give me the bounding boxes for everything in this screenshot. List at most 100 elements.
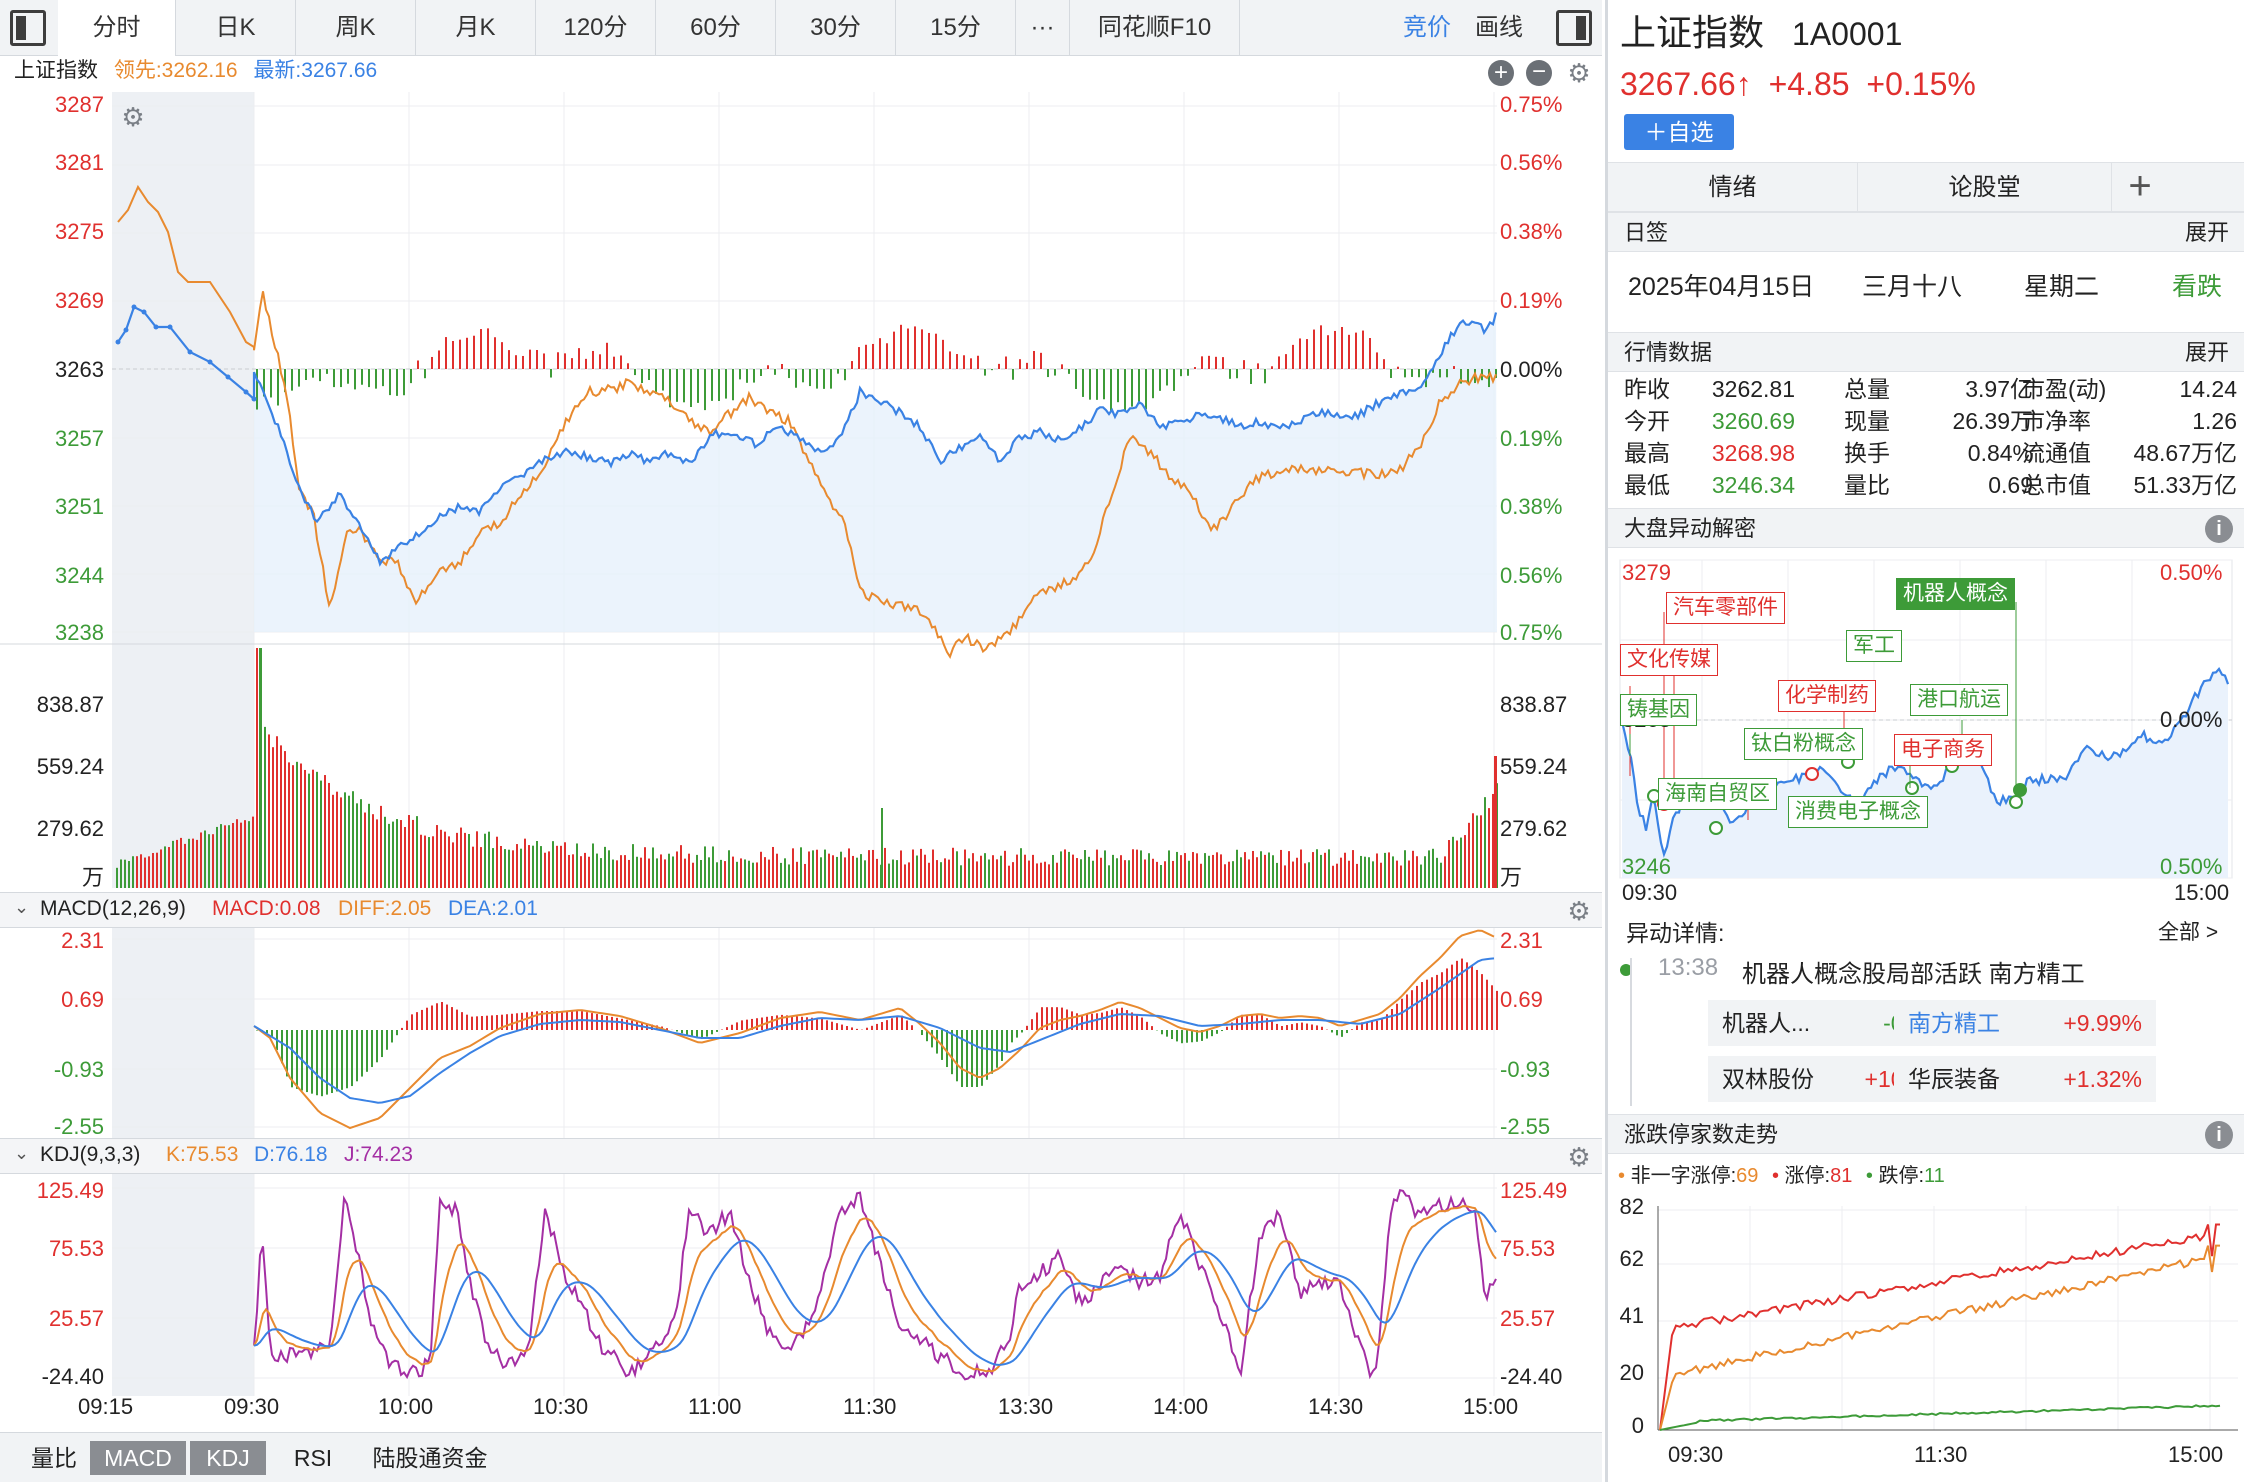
zoom-out-icon[interactable]: − bbox=[1526, 60, 1552, 86]
related-stock[interactable]: 南方精工 +9.99% bbox=[1894, 1000, 2156, 1046]
tab-monthly-k[interactable]: 月K bbox=[416, 0, 536, 56]
info-icon[interactable]: i bbox=[2205, 1121, 2233, 1149]
macd-bar bbox=[1306, 1023, 1308, 1030]
imbalance-bar bbox=[1187, 369, 1189, 376]
day-sign-expand[interactable]: 展开 bbox=[2185, 213, 2229, 253]
imbalance-bar bbox=[1159, 369, 1161, 391]
quote-pct: +0.15% bbox=[1866, 66, 1976, 102]
macd-bar bbox=[731, 1024, 733, 1030]
tag-hainan[interactable]: 海南自贸区 bbox=[1658, 778, 1777, 810]
macd-bar bbox=[716, 1030, 718, 1032]
volume-bar bbox=[568, 854, 570, 888]
time-tick: 13:30 bbox=[998, 1394, 1054, 1419]
macd-bar bbox=[1151, 1026, 1153, 1030]
info-icon[interactable]: i bbox=[2205, 515, 2233, 543]
tag-consumer-elec[interactable]: 消费电子概念 bbox=[1788, 796, 1928, 828]
volume-bar bbox=[1096, 849, 1098, 888]
imbalance-bar bbox=[543, 353, 545, 369]
tag-media[interactable]: 文化传媒 bbox=[1620, 644, 1718, 676]
d-value: D:76.18 bbox=[254, 1143, 328, 1166]
right-panel-toggle-icon[interactable] bbox=[1556, 10, 1592, 46]
limit-title: 涨跌停家数走势 bbox=[1624, 1122, 1779, 1147]
volume-bar bbox=[396, 819, 398, 888]
tab-120min[interactable]: 120分 bbox=[536, 0, 656, 56]
volume-bar bbox=[664, 859, 666, 888]
tag-pharma[interactable]: 化学制药 bbox=[1778, 680, 1876, 712]
main-settings-gear-icon[interactable]: ⚙ bbox=[1566, 60, 1592, 86]
tab-daily-k[interactable]: 日K bbox=[176, 0, 296, 56]
tab-weekly-k[interactable]: 周K bbox=[296, 0, 416, 56]
add-watchlist-button[interactable]: ＋自选 bbox=[1624, 114, 1734, 150]
y-left-tick: 3244 bbox=[55, 563, 104, 588]
collapse-chevron-icon[interactable]: ⌄ bbox=[14, 1143, 29, 1164]
macd-bar bbox=[396, 1030, 398, 1036]
kdj-y-tick: 25.57 bbox=[48, 1306, 104, 1331]
tab-rsi[interactable]: RSI bbox=[280, 1441, 346, 1475]
tab-60min[interactable]: 60分 bbox=[656, 0, 776, 56]
all-link[interactable]: 全部 > bbox=[2158, 916, 2218, 946]
related-stock[interactable]: 华辰装备 +1.32% bbox=[1894, 1056, 2156, 1102]
imbalance-bar bbox=[1019, 359, 1021, 369]
tag-military[interactable]: 军工 bbox=[1846, 630, 1902, 662]
left-panel-toggle-icon[interactable] bbox=[10, 10, 46, 46]
macd-bar bbox=[406, 1020, 408, 1030]
volume-bar bbox=[788, 864, 790, 888]
volume-bar bbox=[596, 853, 598, 888]
draw-line-button[interactable]: 画线 bbox=[1462, 0, 1536, 56]
macd-settings-gear-icon[interactable]: ⚙ bbox=[1566, 898, 1592, 924]
volume-bar bbox=[584, 852, 586, 888]
volume-bar bbox=[1036, 863, 1038, 888]
macd-bar bbox=[856, 1028, 858, 1030]
add-tab-icon[interactable]: + bbox=[2112, 163, 2168, 213]
macd-bar bbox=[726, 1027, 728, 1030]
imbalance-bar bbox=[760, 369, 762, 376]
tag-titanium[interactable]: 钛白粉概念 bbox=[1744, 728, 1863, 760]
volume-bar bbox=[1004, 850, 1006, 888]
volume-bar bbox=[720, 859, 722, 888]
volume-bar bbox=[472, 846, 474, 888]
macd-bar bbox=[491, 1015, 493, 1030]
macd-bar bbox=[746, 1019, 748, 1030]
imbalance-bar bbox=[1243, 360, 1245, 369]
more-periods-button[interactable]: ··· bbox=[1016, 0, 1070, 56]
tab-forum[interactable]: 论股堂 bbox=[1858, 163, 2112, 213]
volume-bar bbox=[1248, 859, 1250, 888]
tag-ecommerce[interactable]: 电子商务 bbox=[1894, 734, 1992, 766]
volume-bar bbox=[504, 849, 506, 888]
imbalance-bar bbox=[753, 369, 755, 383]
volume-bar bbox=[608, 850, 610, 888]
market-data-expand[interactable]: 展开 bbox=[2185, 333, 2229, 373]
imbalance-bar bbox=[1397, 366, 1399, 369]
y-left-tick: 3251 bbox=[55, 494, 104, 519]
kdj-settings-gear-icon[interactable]: ⚙ bbox=[1566, 1144, 1592, 1170]
collapse-chevron-icon[interactable]: ⌄ bbox=[14, 897, 29, 918]
imbalance-bar bbox=[1411, 369, 1413, 377]
volume-bar bbox=[520, 848, 522, 888]
macd-bar bbox=[331, 1030, 333, 1094]
tab-northbound-funds[interactable]: 陆股通资金 bbox=[360, 1441, 500, 1475]
tab-sentiment[interactable]: 情绪 bbox=[1608, 163, 1858, 213]
tab-kdj[interactable]: KDJ bbox=[190, 1441, 266, 1475]
auction-settings-gear-icon[interactable]: ⚙ bbox=[120, 104, 146, 130]
diff-value: DIFF:2.05 bbox=[338, 897, 432, 920]
zoom-in-icon[interactable]: + bbox=[1488, 60, 1514, 86]
bid-button[interactable]: 竞价 bbox=[1392, 0, 1462, 56]
tab-intraday[interactable]: 分时 bbox=[58, 0, 176, 56]
volume-bar bbox=[1396, 860, 1398, 888]
tag-port[interactable]: 港口航运 bbox=[1910, 684, 2008, 716]
f10-tab[interactable]: 同花顺F10 bbox=[1070, 0, 1240, 56]
tab-15min[interactable]: 15分 bbox=[896, 0, 1016, 56]
md-value: 48.67万亿 bbox=[2133, 440, 2237, 466]
k-line bbox=[253, 1205, 1497, 1373]
tag-robot[interactable]: 机器人概念 bbox=[1896, 578, 2015, 610]
macd-bar bbox=[1136, 1014, 1138, 1030]
volume-bar bbox=[1236, 849, 1238, 888]
tag-auto-parts[interactable]: 汽车零部件 bbox=[1666, 592, 1785, 624]
tab-volume-ratio[interactable]: 量比 bbox=[22, 1441, 86, 1475]
tab-macd[interactable]: MACD bbox=[90, 1441, 186, 1475]
tag-gene[interactable]: 铸基因 bbox=[1620, 694, 1697, 726]
volume-bar bbox=[1360, 855, 1362, 888]
volume-bar bbox=[188, 838, 190, 888]
macd-bar bbox=[431, 1005, 433, 1030]
tab-30min[interactable]: 30分 bbox=[776, 0, 896, 56]
